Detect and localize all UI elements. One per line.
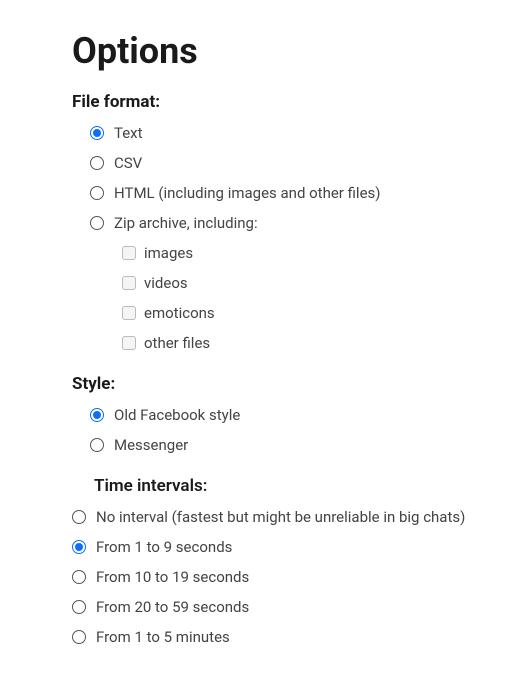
page-title: Options: [72, 30, 530, 72]
time-intervals-group: No interval (fastest but might be unreli…: [72, 508, 530, 646]
file-format-label: File format:: [72, 92, 530, 112]
file-format-option-text: Text: [90, 124, 530, 142]
zip-include-videos: videos: [122, 274, 530, 292]
time-label-1-9[interactable]: From 1 to 9 seconds: [96, 538, 232, 556]
style-radio-old-facebook[interactable]: [90, 408, 104, 422]
time-radio-no-interval[interactable]: [72, 510, 86, 524]
style-label: Style:: [72, 374, 530, 394]
zip-include-label-images[interactable]: images: [144, 244, 193, 262]
file-format-option-csv: CSV: [90, 154, 530, 172]
time-radio-1-5-min[interactable]: [72, 630, 86, 644]
file-format-label-zip[interactable]: Zip archive, including:: [114, 214, 258, 232]
time-label-20-59[interactable]: From 20 to 59 seconds: [96, 598, 249, 616]
time-label-10-19[interactable]: From 10 to 19 seconds: [96, 568, 249, 586]
style-label-old-facebook[interactable]: Old Facebook style: [114, 406, 240, 424]
zip-include-label-videos[interactable]: videos: [144, 274, 188, 292]
file-format-label-csv[interactable]: CSV: [114, 154, 142, 172]
file-format-label-html[interactable]: HTML (including images and other files): [114, 184, 380, 202]
time-radio-1-9[interactable]: [72, 540, 86, 554]
file-format-option-html: HTML (including images and other files): [90, 184, 530, 202]
zip-include-label-emoticons[interactable]: emoticons: [144, 304, 215, 322]
time-option-20-59: From 20 to 59 seconds: [72, 598, 530, 616]
zip-include-images: images: [122, 244, 530, 262]
style-option-old-facebook: Old Facebook style: [90, 406, 530, 424]
time-option-10-19: From 10 to 19 seconds: [72, 568, 530, 586]
file-format-radio-zip[interactable]: [90, 216, 104, 230]
file-format-label-text[interactable]: Text: [114, 124, 143, 142]
time-radio-10-19[interactable]: [72, 570, 86, 584]
time-radio-20-59[interactable]: [72, 600, 86, 614]
file-format-radio-csv[interactable]: [90, 156, 104, 170]
file-format-group: Text CSV HTML (including images and othe…: [90, 124, 530, 352]
time-option-1-5-min: From 1 to 5 minutes: [72, 628, 530, 646]
zip-include-checkbox-videos[interactable]: [122, 276, 136, 290]
zip-include-checkbox-images[interactable]: [122, 246, 136, 260]
zip-include-emoticons: emoticons: [122, 304, 530, 322]
time-label-1-5-min[interactable]: From 1 to 5 minutes: [96, 628, 230, 646]
style-group: Old Facebook style Messenger: [90, 406, 530, 454]
zip-include-checkbox-other[interactable]: [122, 336, 136, 350]
file-format-radio-html[interactable]: [90, 186, 104, 200]
zip-include-checkbox-emoticons[interactable]: [122, 306, 136, 320]
zip-include-other: other files: [122, 334, 530, 352]
style-label-messenger[interactable]: Messenger: [114, 436, 188, 454]
zip-include-label-other[interactable]: other files: [144, 334, 210, 352]
time-label-no-interval[interactable]: No interval (fastest but might be unreli…: [96, 508, 465, 526]
file-format-radio-text[interactable]: [90, 126, 104, 140]
time-option-1-9: From 1 to 9 seconds: [72, 538, 530, 556]
time-option-no-interval: No interval (fastest but might be unreli…: [72, 508, 530, 526]
style-radio-messenger[interactable]: [90, 438, 104, 452]
style-option-messenger: Messenger: [90, 436, 530, 454]
zip-includes-group: images videos emoticons other files: [122, 244, 530, 352]
time-intervals-label: Time intervals:: [94, 476, 530, 496]
file-format-option-zip: Zip archive, including:: [90, 214, 530, 232]
